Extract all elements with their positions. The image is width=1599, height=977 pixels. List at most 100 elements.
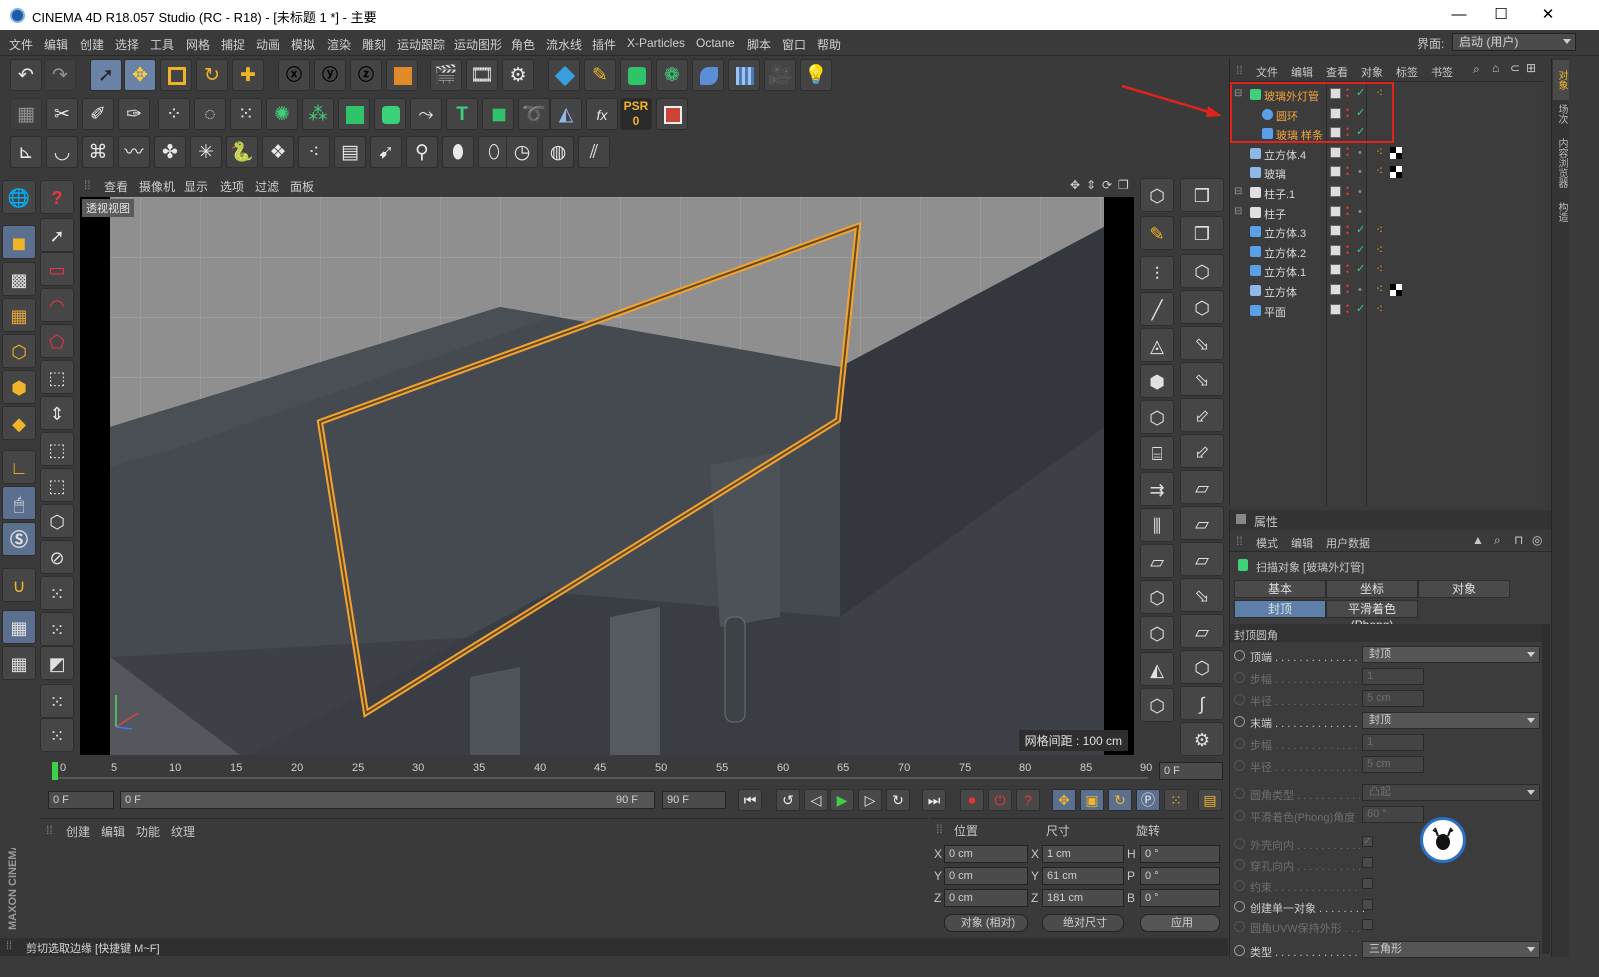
menu-window[interactable]: 窗口 xyxy=(782,36,806,53)
polygons-mode-button[interactable]: ◆ xyxy=(2,406,36,440)
side2-tool-3[interactable]: ⬡ xyxy=(1180,254,1224,288)
render-settings-button[interactable]: ⚙ xyxy=(502,59,534,91)
expand-icon[interactable]: ⊟ xyxy=(1234,186,1242,197)
cloner-button[interactable]: ❁ xyxy=(656,59,688,91)
material-tag-icon[interactable]: ⁖ xyxy=(1376,282,1383,296)
disabled-dot-icon[interactable]: • xyxy=(1358,284,1362,296)
enabled-check-icon[interactable]: ✓ xyxy=(1356,262,1365,275)
object-row[interactable]: ⊟ 柱子.1 • • • xyxy=(1230,183,1544,202)
go-to-end-button[interactable]: ⏭ xyxy=(922,789,946,811)
attribute-row[interactable]: 半径 . . . . . . . . . . . . . . 5 cm xyxy=(1230,755,1552,775)
left-tool-10[interactable]: ⬚ xyxy=(40,468,74,502)
viewport-zoom-icon[interactable]: ⇕ xyxy=(1086,178,1096,192)
side-tool-10[interactable]: ⫼ xyxy=(1140,508,1174,542)
object-row[interactable]: ⊟ 柱子 • • • xyxy=(1230,203,1544,222)
new-window-icon[interactable]: ⊞ xyxy=(1526,61,1536,75)
side2-tool-15[interactable]: ∫ xyxy=(1180,686,1224,720)
keyframe-help-button[interactable]: ? xyxy=(1016,789,1040,811)
tool-row3-3[interactable]: ⌘ xyxy=(82,136,114,168)
animate-radio-icon[interactable] xyxy=(1234,859,1245,870)
texture-tag-icon[interactable] xyxy=(1390,284,1402,296)
grid-points-button[interactable]: ⁙ xyxy=(230,98,262,130)
tool-row3-10[interactable]: ▤ xyxy=(334,136,366,168)
side2-tool-13[interactable]: ▱ xyxy=(1180,614,1224,648)
object-row[interactable]: 立方体.1 • • ✓ ⁖ xyxy=(1230,261,1544,280)
subdivision-button[interactable] xyxy=(620,59,652,91)
visibility-dots-icon[interactable]: • • xyxy=(1346,223,1349,238)
visibility-dots-icon[interactable]: • • xyxy=(1346,301,1349,316)
side-tool-6[interactable]: ⬢ xyxy=(1140,364,1174,398)
help-button[interactable]: ? xyxy=(40,180,74,214)
coordinate-mode-dropdown[interactable]: 对象 (相对) xyxy=(944,914,1028,932)
attribute-row[interactable]: 外壳向内 . . . . . . . . . . . ✓ xyxy=(1230,833,1552,853)
object-row[interactable]: 玻璃 • • • ⁖ xyxy=(1230,163,1544,182)
animate-radio-icon[interactable] xyxy=(1234,738,1245,749)
animate-radio-icon[interactable] xyxy=(1234,921,1245,932)
side-tool-5[interactable]: ◬ xyxy=(1140,328,1174,362)
timer-button[interactable]: ◷ xyxy=(506,136,538,168)
helix-button[interactable]: ➰ xyxy=(518,98,550,130)
start-frame-field[interactable]: 0 F xyxy=(48,791,114,809)
menu-simulate[interactable]: 模拟 xyxy=(291,36,315,53)
side2-tool-14[interactable]: ⬡ xyxy=(1180,650,1224,684)
om-menu-bookmarks[interactable]: 书签 xyxy=(1431,64,1453,80)
key-position-button[interactable]: ✥ xyxy=(1052,789,1076,811)
search-icon[interactable]: ⌕ xyxy=(1473,62,1480,77)
animate-radio-icon[interactable] xyxy=(1234,716,1245,727)
prev-frame-button[interactable]: ◁ xyxy=(804,789,828,811)
menu-octane[interactable]: Octane xyxy=(696,36,735,50)
object-row[interactable]: 立方体 • • • ⁖ xyxy=(1230,281,1544,300)
render-picture-viewer-button[interactable]: 🎞 xyxy=(466,59,498,91)
tab-object[interactable]: 对象 xyxy=(1418,580,1510,598)
tool-row3-17[interactable]: ⫽ xyxy=(578,136,610,168)
rot-h-field[interactable]: 0 ° xyxy=(1140,845,1220,863)
attribute-number-field[interactable]: 60 ° xyxy=(1362,806,1424,823)
attribute-row[interactable]: 末端 . . . . . . . . . . . . . . 封顶 xyxy=(1230,711,1552,731)
rot-p-field[interactable]: 0 ° xyxy=(1140,867,1220,885)
om-menu-tags[interactable]: 标签 xyxy=(1396,64,1418,80)
side2-tool-1[interactable]: ❒ xyxy=(1180,178,1224,212)
x-axis-button[interactable]: ⓧ xyxy=(278,59,310,91)
visibility-toggles[interactable]: • • • xyxy=(1330,144,1370,160)
menu-motion-tracking[interactable]: 运动跟踪 xyxy=(397,36,445,53)
visibility-toggles[interactable]: • • • xyxy=(1330,184,1370,199)
tool-row3-4[interactable]: 〰 xyxy=(118,136,150,168)
animate-radio-icon[interactable] xyxy=(1234,788,1245,799)
magnet-select-button[interactable]: ✑ xyxy=(118,98,150,130)
search-icon[interactable]: ⌕ xyxy=(1494,533,1501,548)
left-tool-9[interactable]: ⬚ xyxy=(40,432,74,466)
snap-button[interactable]: ∪ xyxy=(2,568,36,602)
key-scale-button[interactable]: ▣ xyxy=(1080,789,1104,811)
menu-select[interactable]: 选择 xyxy=(115,36,139,53)
left-tool-13[interactable]: ⁙ xyxy=(40,576,74,610)
size-y-field[interactable]: 61 cm xyxy=(1042,867,1124,885)
floor-button[interactable] xyxy=(728,59,760,91)
recent-tool-button[interactable]: ✚ xyxy=(232,59,264,91)
visibility-toggles[interactable]: • • • xyxy=(1330,203,1370,219)
menu-script[interactable]: 脚本 xyxy=(747,36,771,53)
animate-radio-icon[interactable] xyxy=(1234,838,1245,849)
rot-b-field[interactable]: 0 ° xyxy=(1140,889,1220,907)
menu-x-particles[interactable]: X-Particles xyxy=(627,36,685,50)
menu-mograph[interactable]: 运动图形 xyxy=(454,36,502,53)
menu-file[interactable]: 文件 xyxy=(9,36,33,53)
menu-mesh[interactable]: 网格 xyxy=(186,36,210,53)
side-tool-13[interactable]: ⬡ xyxy=(1140,616,1174,650)
left-tool-17[interactable]: ⁙ xyxy=(40,718,74,752)
pos-z-field[interactable]: 0 cm xyxy=(944,889,1028,907)
select-arrow-button[interactable]: ➚ xyxy=(40,218,74,252)
material-menu-create[interactable]: 创建 xyxy=(66,823,90,840)
viewport-menu-view[interactable]: 查看 xyxy=(104,178,128,195)
link-icon[interactable]: ⊂ xyxy=(1510,61,1520,75)
left-tool-7[interactable]: ⬚ xyxy=(40,360,74,394)
disabled-dot-icon[interactable]: • xyxy=(1358,147,1362,159)
next-key-button[interactable]: ↻ xyxy=(886,789,910,811)
viewport-menu-filter[interactable]: 过滤 xyxy=(255,178,279,195)
disabled-dot-icon[interactable]: • xyxy=(1358,166,1362,178)
viewport-move-icon[interactable]: ✥ xyxy=(1070,178,1080,192)
end-frame-field[interactable]: 90 F xyxy=(662,791,726,809)
attributes-scrollbar[interactable] xyxy=(1542,624,1550,954)
text-button[interactable]: T xyxy=(446,98,478,130)
left-tool-14[interactable]: ⁙ xyxy=(40,612,74,646)
attribute-row[interactable]: 步幅 . . . . . . . . . . . . . . 1 xyxy=(1230,667,1552,687)
